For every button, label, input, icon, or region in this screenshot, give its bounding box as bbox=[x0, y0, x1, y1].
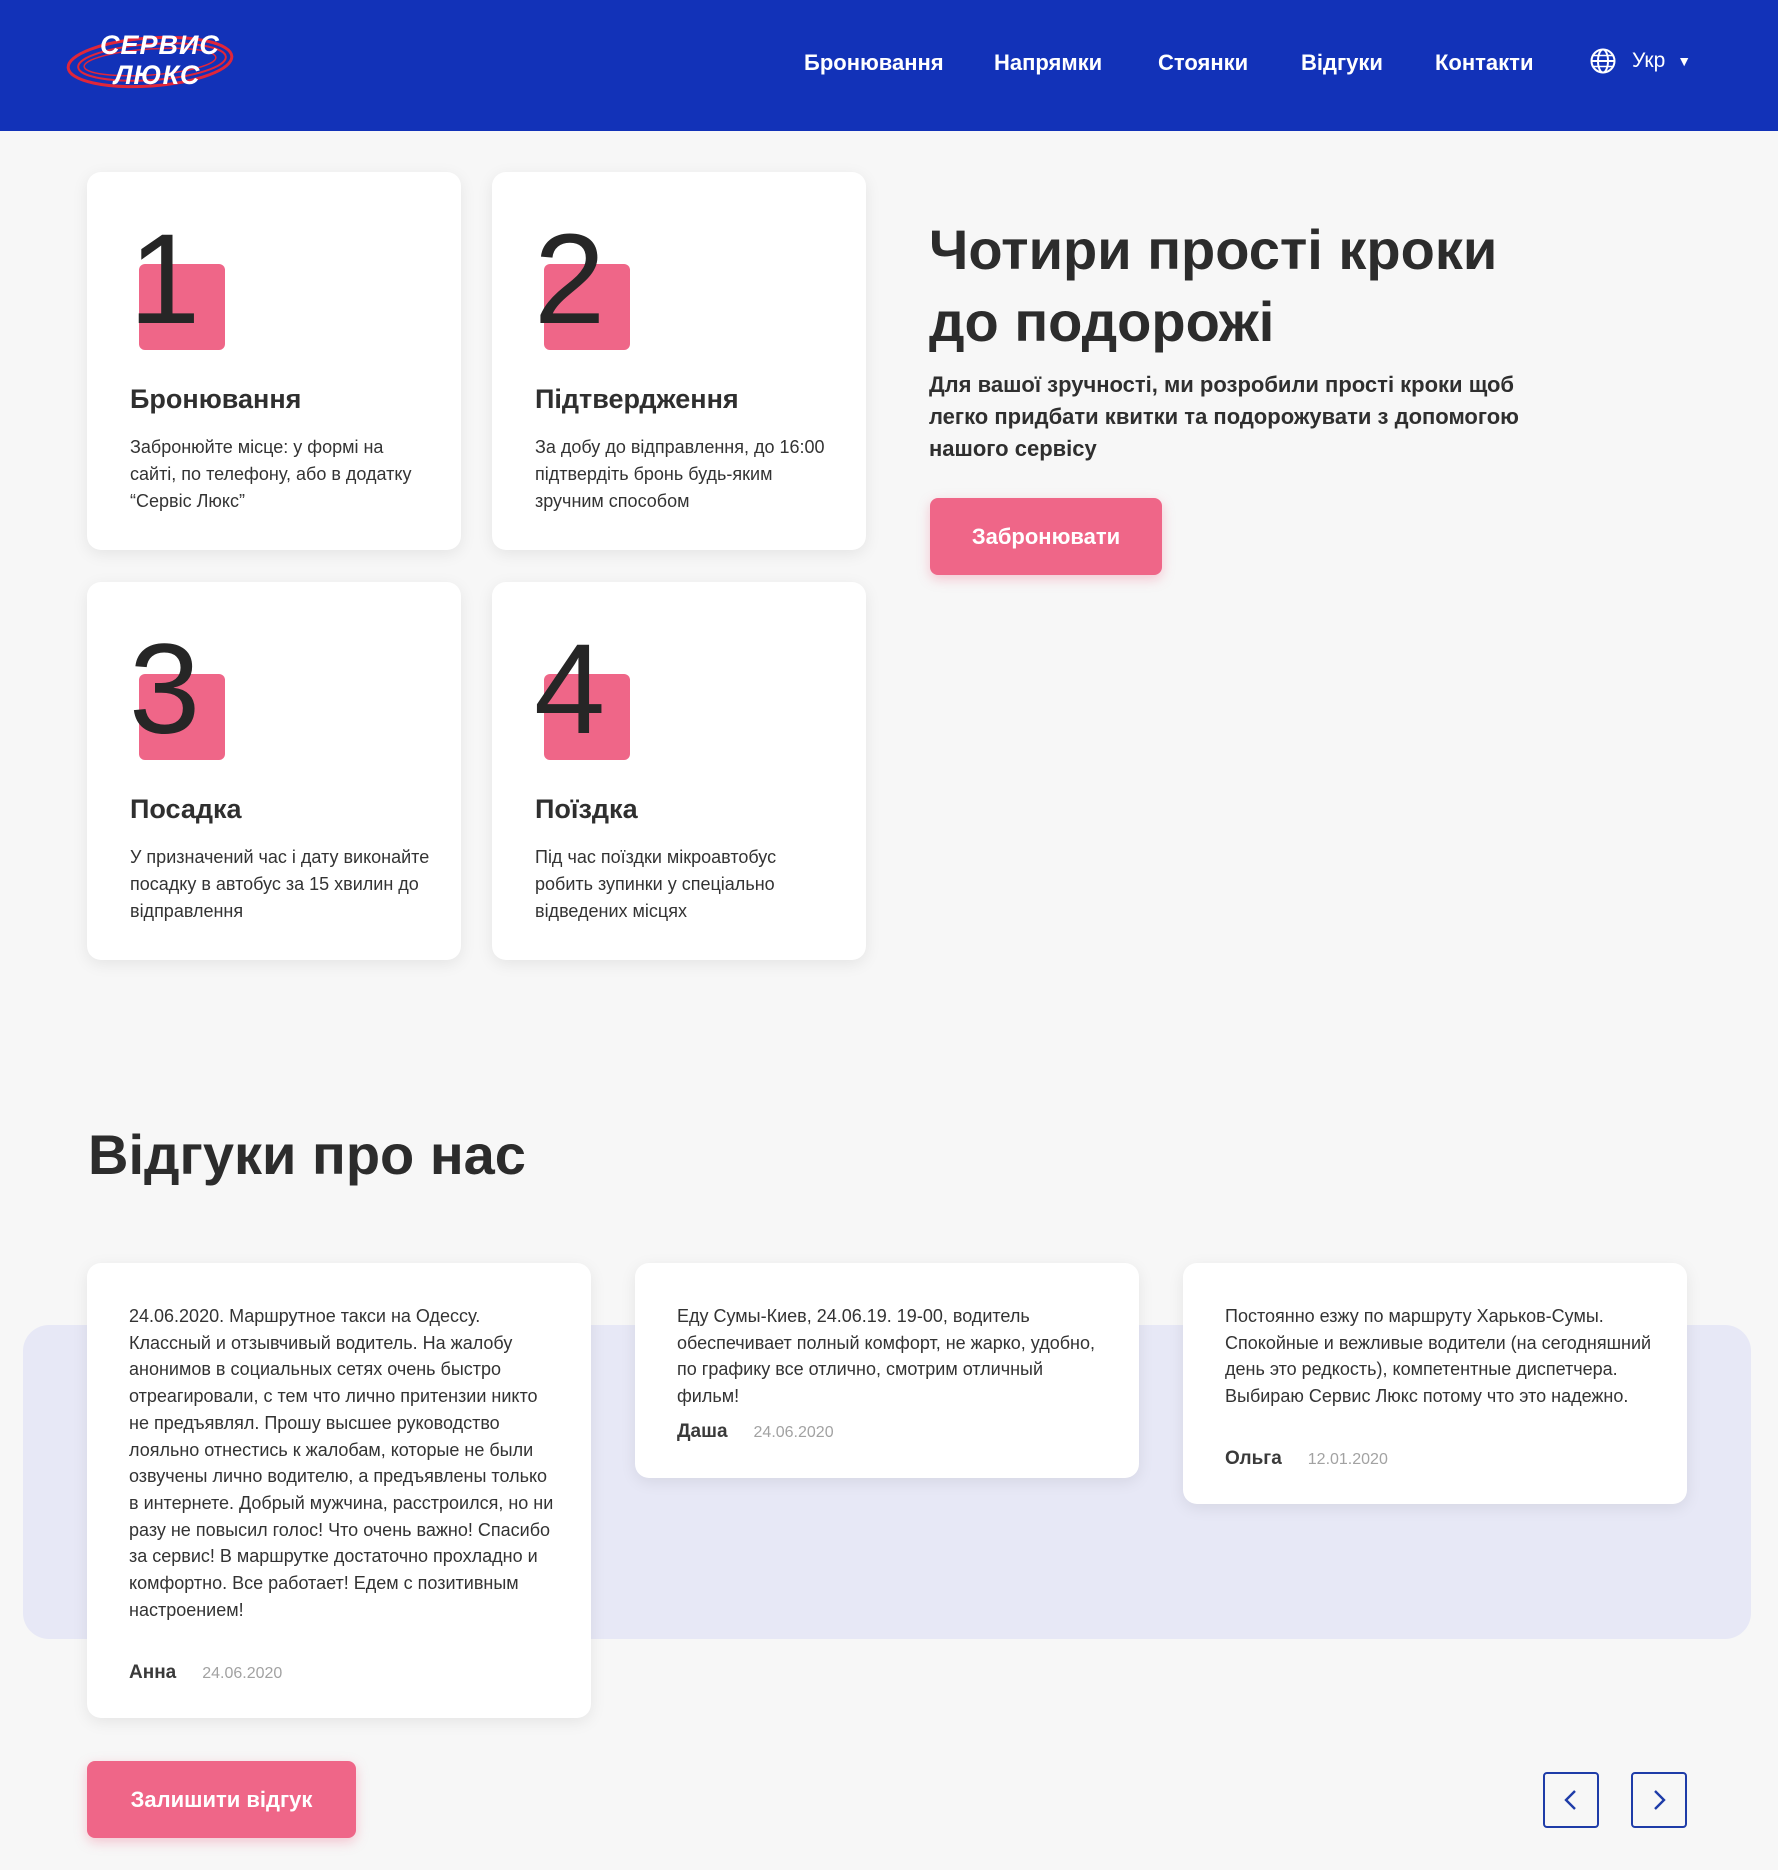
chevron-right-icon bbox=[1654, 1790, 1666, 1810]
nav-booking[interactable]: Бронювання bbox=[804, 50, 944, 76]
review-meta: Даша 24.06.2020 bbox=[677, 1421, 834, 1443]
step-text: За добу до відправлення, до 16:00 підтве… bbox=[535, 437, 825, 511]
review-card: Постоянно езжу по маршруту Харьков-Сумы.… bbox=[1183, 1263, 1687, 1504]
step-number-badge: 1 bbox=[129, 210, 249, 350]
step-number-badge: 2 bbox=[534, 210, 654, 350]
review-author: Анна bbox=[129, 1662, 177, 1683]
step-card: 1 Бронювання Забронюйте місце: у формі н… bbox=[87, 172, 461, 550]
leave-review-button[interactable]: Залишити відгук bbox=[87, 1761, 356, 1838]
logo-line1: СЕРВИС bbox=[100, 30, 220, 60]
step-text: У призначений час і дату виконайте посад… bbox=[130, 847, 430, 921]
review-card: Еду Сумы-Киев, 24.06.19. 19-00, водитель… bbox=[635, 1263, 1139, 1478]
step-number: 1 bbox=[129, 208, 201, 351]
chevron-left-icon bbox=[1564, 1790, 1576, 1810]
review-date: 24.06.2020 bbox=[202, 1665, 283, 1682]
review-author: Даша bbox=[677, 1421, 728, 1442]
step-card: 2 Підтвердження За добу до відправлення,… bbox=[492, 172, 866, 550]
review-meta: Ольга 12.01.2020 bbox=[1225, 1448, 1388, 1470]
next-review-button[interactable] bbox=[1631, 1772, 1687, 1828]
review-text: Постоянно езжу по маршруту Харьков-Сумы.… bbox=[1225, 1306, 1652, 1407]
reviews-title: Відгуки про нас bbox=[88, 1123, 526, 1186]
hero-subtitle: Для вашої зручності, ми розробили прості… bbox=[929, 372, 1519, 461]
nav-contacts[interactable]: Контакти bbox=[1435, 50, 1533, 76]
globe-icon bbox=[1590, 48, 1616, 74]
review-date: 24.06.2020 bbox=[753, 1424, 834, 1441]
step-title: Бронювання bbox=[130, 384, 302, 414]
step-text: Під час поїздки мікроавтобус робить зупи… bbox=[535, 847, 777, 921]
review-meta: Анна 24.06.2020 bbox=[129, 1662, 282, 1684]
logo[interactable]: СЕРВИС ЛЮКС bbox=[66, 24, 236, 100]
review-author: Ольга bbox=[1225, 1448, 1282, 1469]
step-number-badge: 3 bbox=[129, 620, 249, 760]
book-button[interactable]: Забронювати bbox=[930, 498, 1162, 575]
step-title: Підтвердження bbox=[535, 384, 739, 414]
prev-review-button[interactable] bbox=[1543, 1772, 1599, 1828]
step-number-badge: 4 bbox=[534, 620, 654, 760]
step-text: Забронюйте місце: у формі на сайті, по т… bbox=[130, 437, 412, 511]
step-card: 4 Поїздка Під час поїздки мікроавтобус р… bbox=[492, 582, 866, 960]
review-text: 24.06.2020. Маршрутное такси на Одессу. … bbox=[129, 1306, 554, 1620]
language-selector[interactable]: Укр ▼ bbox=[1590, 48, 1691, 74]
step-title: Посадка bbox=[130, 794, 242, 824]
logo-line2: ЛЮКС bbox=[114, 60, 201, 90]
review-card: 24.06.2020. Маршрутное такси на Одессу. … bbox=[87, 1263, 591, 1718]
hero-title: Чотири прості кроки до подорожі bbox=[929, 218, 1498, 353]
step-card: 3 Посадка У призначений час і дату викон… bbox=[87, 582, 461, 960]
step-number: 3 bbox=[129, 618, 201, 761]
caret-down-icon: ▼ bbox=[1677, 53, 1692, 69]
step-number: 4 bbox=[534, 618, 606, 761]
nav-parking[interactable]: Стоянки bbox=[1158, 50, 1248, 76]
site-header: СЕРВИС ЛЮКС Бронювання Напрямки Стоянки … bbox=[0, 0, 1778, 131]
language-label: Укр bbox=[1632, 49, 1666, 72]
review-date: 12.01.2020 bbox=[1307, 1451, 1388, 1468]
step-number: 2 bbox=[534, 208, 606, 351]
step-title: Поїздка bbox=[535, 794, 638, 824]
review-text: Еду Сумы-Киев, 24.06.19. 19-00, водитель… bbox=[677, 1306, 1095, 1407]
nav-reviews[interactable]: Відгуки bbox=[1301, 50, 1383, 76]
nav-directions[interactable]: Напрямки bbox=[994, 50, 1102, 76]
